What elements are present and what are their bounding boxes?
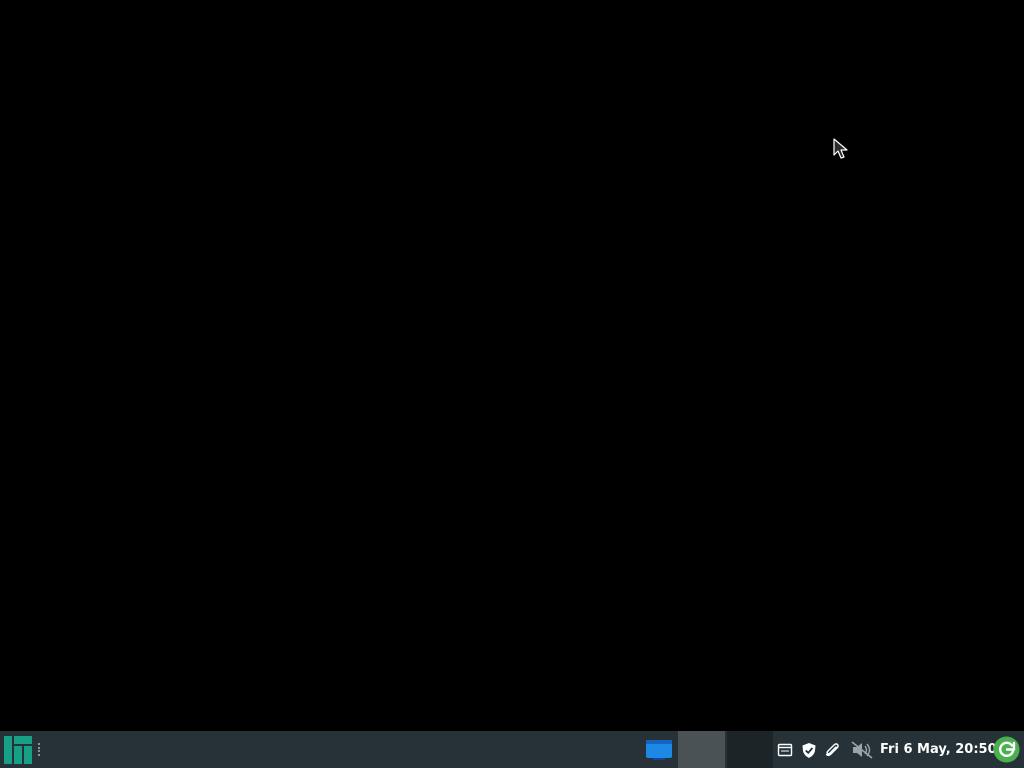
clipboard-tray-button[interactable] <box>775 740 795 760</box>
volume-muted-icon <box>851 741 873 759</box>
workspace-2-button[interactable] <box>727 731 773 768</box>
desktop-background[interactable] <box>0 0 1024 731</box>
paperclip-icon <box>825 743 839 757</box>
window-icon <box>646 740 672 760</box>
manjaro-logo-icon <box>4 736 32 764</box>
shield-check-icon <box>802 742 816 758</box>
panel-handle-icon[interactable] <box>37 743 41 756</box>
volume-tray-button[interactable] <box>850 740 874 760</box>
security-tray-button[interactable] <box>799 740 819 760</box>
clipboard-icon <box>777 743 793 757</box>
window-button[interactable] <box>645 739 673 761</box>
mouse-pointer-icon <box>833 138 848 159</box>
clock[interactable]: Fri 6 May, 20:50 <box>880 731 997 768</box>
update-refresh-icon <box>993 736 1020 763</box>
workspace-1-button[interactable] <box>678 731 725 768</box>
update-button[interactable] <box>993 736 1020 763</box>
taskbar-panel: Fri 6 May, 20:50 <box>0 731 1024 768</box>
start-menu-button[interactable] <box>2 735 34 765</box>
attachment-tray-button[interactable] <box>822 740 842 760</box>
